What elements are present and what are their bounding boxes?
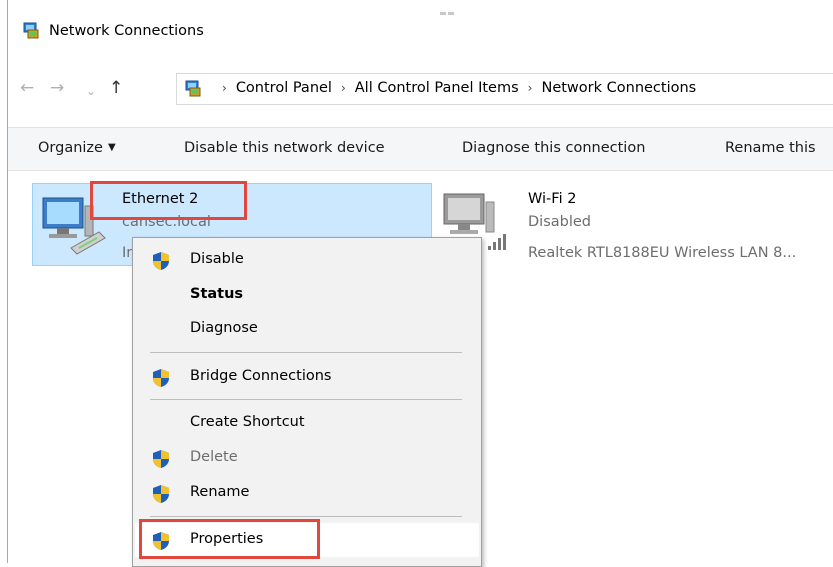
breadcrumb-network-connections[interactable]: Network Connections <box>541 80 696 96</box>
organize-label: Organize <box>38 140 103 156</box>
connection-status-wifi: Disabled <box>528 214 591 230</box>
menu-item-status[interactable]: Status <box>135 278 479 312</box>
connection-network-ethernet: cansec.local <box>122 214 211 230</box>
menu-item-bridge-connections[interactable]: Bridge Connections <box>135 360 479 394</box>
organize-button[interactable]: Organize ▼ <box>38 140 116 156</box>
menu-label: Bridge Connections <box>190 368 332 384</box>
network-connections-icon <box>185 80 201 97</box>
breadcrumb-separator-icon[interactable]: › <box>528 81 533 95</box>
menu-label: Create Shortcut <box>190 414 305 430</box>
address-bar: ← → ⌄ ↑ › Control Panel › All Control Panel… <box>8 70 833 108</box>
rename-connection-button[interactable]: Rename this <box>725 140 816 156</box>
menu-item-disable[interactable]: Disable <box>135 243 479 277</box>
dropdown-arrow-icon: ▼ <box>107 142 116 153</box>
uac-shield-icon <box>153 450 169 468</box>
address-box[interactable]: › Control Panel › All Control Panel Items › N… <box>176 73 833 105</box>
breadcrumb-control-panel[interactable]: Control Panel <box>236 80 332 96</box>
command-toolbar: Organize ▼ Disable this network device Di… <box>8 127 833 171</box>
ethernet-adapter-icon <box>42 197 106 255</box>
title-bar: Network Connections <box>8 0 833 52</box>
menu-label: Properties <box>190 531 264 547</box>
recent-locations-chevron-icon[interactable]: ⌄ <box>86 81 96 101</box>
connection-name-ethernet: Ethernet 2 <box>122 191 199 207</box>
menu-item-delete: Delete <box>135 441 479 475</box>
forward-arrow-icon[interactable]: → <box>50 78 64 98</box>
menu-separator <box>150 352 462 353</box>
network-connections-icon <box>23 22 39 39</box>
uac-shield-icon <box>153 252 169 270</box>
menu-item-rename[interactable]: Rename <box>135 476 479 510</box>
connection-name-wifi[interactable]: Wi-Fi 2 <box>528 191 576 207</box>
menu-label: Delete <box>190 449 238 465</box>
clipped-glyphs <box>440 0 480 15</box>
back-arrow-icon[interactable]: ← <box>20 78 34 98</box>
uac-shield-icon <box>153 532 169 550</box>
menu-item-create-shortcut[interactable]: Create Shortcut <box>135 406 479 440</box>
menu-item-properties[interactable]: Properties <box>135 523 479 557</box>
uac-shield-icon <box>153 485 169 503</box>
menu-separator <box>150 516 462 517</box>
menu-label: Disable <box>190 251 244 267</box>
breadcrumb-separator-icon[interactable]: › <box>341 81 346 95</box>
menu-separator <box>150 399 462 400</box>
diagnose-connection-button[interactable]: Diagnose this connection <box>462 140 645 156</box>
context-menu: Disable Status Diagnose Bridge Connectio… <box>132 237 482 567</box>
disable-device-button[interactable]: Disable this network device <box>184 140 385 156</box>
uac-shield-icon <box>153 369 169 387</box>
menu-label: Rename <box>190 484 250 500</box>
menu-label: Diagnose <box>190 320 258 336</box>
menu-item-diagnose[interactable]: Diagnose <box>135 312 479 346</box>
breadcrumb-all-items[interactable]: All Control Panel Items <box>355 80 519 96</box>
window-title: Network Connections <box>49 23 204 39</box>
menu-label: Status <box>190 286 244 302</box>
connection-device-wifi: Realtek RTL8188EU Wireless LAN 8... <box>528 245 797 261</box>
breadcrumb: › Control Panel › All Control Panel Items › N… <box>213 80 696 96</box>
up-arrow-icon[interactable]: ↑ <box>109 78 123 98</box>
breadcrumb-separator-icon[interactable]: › <box>222 81 227 95</box>
